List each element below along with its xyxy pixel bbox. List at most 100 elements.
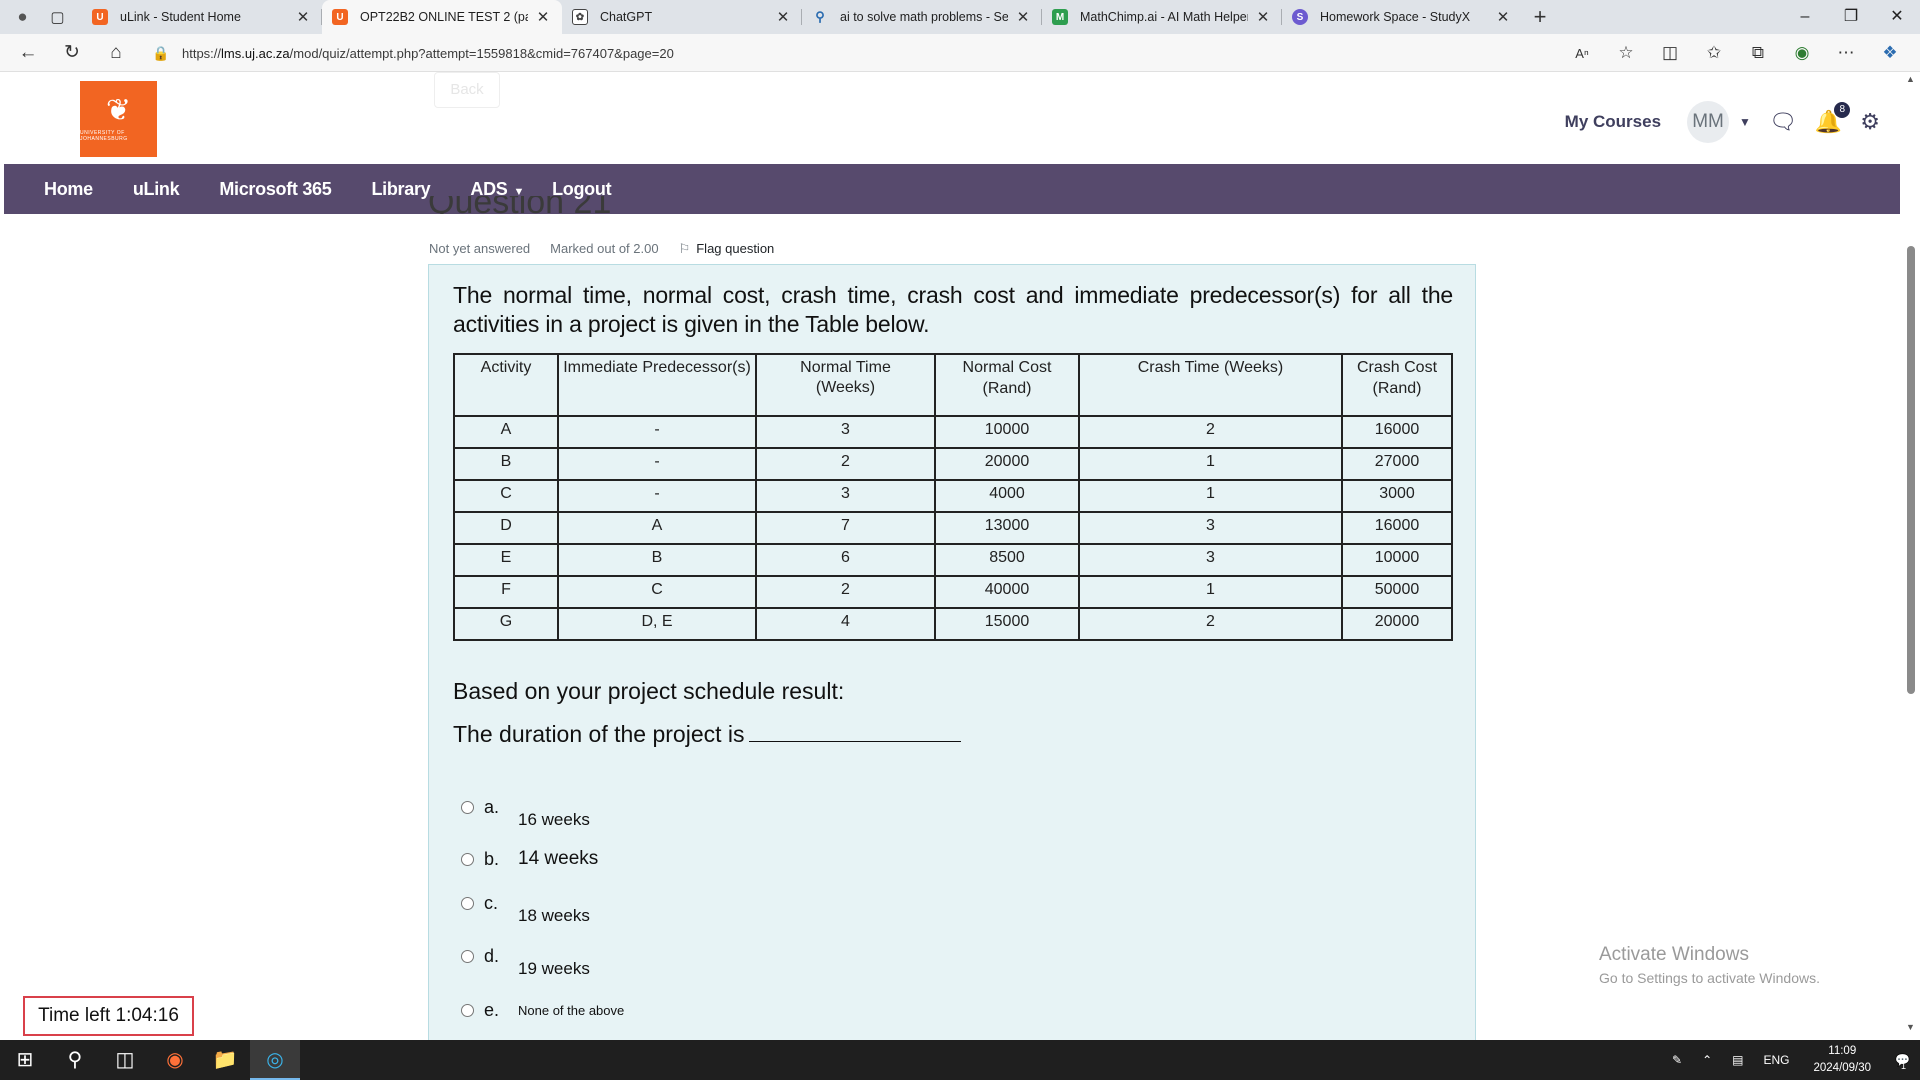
task-view-icon[interactable]: ◫ <box>100 1040 150 1080</box>
table-cell: 1 <box>1078 575 1343 609</box>
logo-emblem-icon: ❦ <box>105 94 132 127</box>
tab-ulink[interactable]: U uLink - Student Home ✕ <box>82 0 322 34</box>
radio-button[interactable] <box>461 897 474 910</box>
browser-toolbar: Aⁿ ☆ ◫ ✩ ⧉ ◉ ⋯ ❖ <box>1560 34 1912 72</box>
option-b[interactable]: b. 14 weeks <box>461 848 598 870</box>
tab-title: uLink - Student Home <box>120 10 241 24</box>
tab-actions-icon[interactable]: ▢ <box>50 8 64 26</box>
table-cell: 3 <box>1078 511 1343 545</box>
watermark-line-1: Activate Windows <box>1599 944 1749 965</box>
option-text: None of the above <box>518 1003 625 1018</box>
extensions-icon[interactable]: ◉ <box>1780 43 1824 63</box>
file-explorer-icon[interactable]: 📁 <box>200 1040 250 1080</box>
option-a[interactable]: a. 16 weeks <box>461 797 590 830</box>
close-icon[interactable]: ✕ <box>774 8 792 26</box>
nav-microsoft-365[interactable]: Microsoft 365 <box>199 179 351 200</box>
table-cell: G <box>453 607 559 641</box>
table-cell: 6 <box>755 543 936 577</box>
table-header-row: Activity Immediate Predecessor(s) Normal… <box>453 353 1453 417</box>
minimize-icon[interactable]: – <box>1782 0 1828 34</box>
table-row: G D, E 4 15000 2 20000 <box>453 607 1453 641</box>
option-text: 18 weeks <box>518 906 590 925</box>
tab-search[interactable]: ⚲ ai to solve math problems - Searc ✕ <box>802 0 1042 34</box>
copilot-icon[interactable]: ❖ <box>1868 43 1912 63</box>
more-menu-icon[interactable]: ⋯ <box>1824 43 1868 63</box>
radio-button[interactable] <box>461 950 474 963</box>
messages-icon[interactable]: 🗨 <box>1769 109 1797 135</box>
question-title: Question 21 <box>428 196 611 214</box>
activity-table: Activity Immediate Predecessor(s) Normal… <box>453 353 1453 641</box>
scrollbar-thumb[interactable] <box>1907 246 1915 694</box>
tab-mathchimp[interactable]: M MathChimp.ai - AI Math Helper ✕ <box>1042 0 1282 34</box>
uj-icon: U <box>332 9 348 25</box>
language-indicator[interactable]: ENG <box>1763 1053 1789 1067</box>
chevron-down-icon[interactable]: ▼ <box>1739 115 1751 129</box>
avatar[interactable]: MM <box>1687 101 1730 143</box>
uj-icon: U <box>92 9 108 25</box>
radio-button[interactable] <box>461 801 474 814</box>
url-field[interactable]: 🔒 https://lms.uj.ac.za/mod/quiz/attempt.… <box>148 38 1628 68</box>
close-icon[interactable]: ✕ <box>1014 8 1032 26</box>
table-cell: 2 <box>1078 415 1343 449</box>
table-cell: 3 <box>755 415 936 449</box>
radio-button[interactable] <box>461 1004 474 1017</box>
scroll-down-arrow-icon[interactable]: ▼ <box>1906 1022 1915 1032</box>
table-cell: 16000 <box>1341 415 1453 449</box>
lock-icon[interactable]: 🔒 <box>148 45 174 62</box>
favorite-star-icon[interactable]: ☆ <box>1604 43 1648 63</box>
table-cell: 16000 <box>1341 511 1453 545</box>
nav-home[interactable]: Home <box>24 179 113 200</box>
page-scrollbar[interactable]: ▲ ▼ <box>1902 72 1920 1034</box>
notifications-bell-icon[interactable]: 🔔 8 <box>1815 102 1851 135</box>
split-screen-icon[interactable]: ◫ <box>1648 43 1692 63</box>
close-icon[interactable]: ✕ <box>534 8 552 26</box>
back-button[interactable]: Back <box>434 72 500 108</box>
read-aloud-icon[interactable]: Aⁿ <box>1560 46 1604 61</box>
table-cell: 15000 <box>934 607 1080 641</box>
windows-start-icon[interactable]: ⊞ <box>0 1040 50 1080</box>
header-user-area: My Courses MM ▼ 🗨 🔔 8 ⚙ <box>1565 101 1900 143</box>
option-c[interactable]: c. 18 weeks <box>461 893 590 926</box>
chevron-up-icon[interactable]: ⌃ <box>1702 1053 1712 1067</box>
search-icon[interactable]: ⚲ <box>50 1040 100 1080</box>
tab-studyx[interactable]: S Homework Space - StudyX ✕ <box>1282 0 1522 34</box>
clock[interactable]: 11:09 2024/09/30 <box>1813 1043 1871 1077</box>
nav-ulink[interactable]: uLink <box>113 179 200 200</box>
collections-icon[interactable]: ⧉ <box>1736 43 1780 63</box>
option-e[interactable]: e. None of the above <box>461 1000 624 1021</box>
table-cell: 40000 <box>934 575 1080 609</box>
table-cell: B <box>557 543 757 577</box>
firefox-icon[interactable]: ◉ <box>150 1040 200 1080</box>
refresh-icon[interactable]: ↻ <box>50 41 94 64</box>
close-icon[interactable]: ✕ <box>294 8 312 26</box>
windows-taskbar: ⊞ ⚲ ◫ ◉ 📁 ◎ ✎ ⌃ ▤ ENG 11:09 2024/09/30 💬… <box>0 1040 1920 1080</box>
flag-question-link[interactable]: ⚐ Flag question <box>679 241 775 257</box>
university-logo[interactable]: ❦ UNIVERSITY OF JOHANNESBURG <box>80 81 157 157</box>
close-icon[interactable]: ✕ <box>1254 8 1272 26</box>
pen-icon[interactable]: ✎ <box>1672 1053 1682 1067</box>
option-d[interactable]: d. 19 weeks <box>461 946 590 979</box>
restore-icon[interactable]: ❐ <box>1828 0 1874 34</box>
network-icon[interactable]: ▤ <box>1732 1053 1743 1067</box>
close-icon[interactable]: ✕ <box>1494 8 1512 26</box>
favorites-icon[interactable]: ✩ <box>1692 43 1736 63</box>
new-tab-button[interactable]: + <box>1522 4 1558 30</box>
tab-quiz[interactable]: U OPT22B2 ONLINE TEST 2 (page 2 ✕ <box>322 0 562 34</box>
table-cell: - <box>557 447 757 481</box>
profile-icon[interactable]: ● <box>17 7 27 27</box>
scroll-up-arrow-icon[interactable]: ▲ <box>1906 74 1915 84</box>
accessibility-toolbar-icon[interactable]: ⚙ <box>1860 109 1880 135</box>
table-cell: 8500 <box>934 543 1080 577</box>
radio-button[interactable] <box>461 853 474 866</box>
notification-center-icon[interactable]: 💬 1 <box>1895 1053 1910 1071</box>
edge-icon[interactable]: ◎ <box>250 1040 300 1080</box>
site-header: ❦ UNIVERSITY OF JOHANNESBURG Back My Cou… <box>4 72 1900 164</box>
tab-chatgpt[interactable]: ✿ ChatGPT ✕ <box>562 0 802 34</box>
back-arrow-icon[interactable]: ← <box>6 42 50 64</box>
home-icon[interactable]: ⌂ <box>94 42 138 64</box>
mathchimp-icon: M <box>1052 9 1068 25</box>
close-window-icon[interactable]: ✕ <box>1874 0 1920 34</box>
tab-title: Homework Space - StudyX <box>1320 10 1471 24</box>
studyx-icon: S <box>1292 9 1308 25</box>
my-courses-link[interactable]: My Courses <box>1565 112 1661 132</box>
